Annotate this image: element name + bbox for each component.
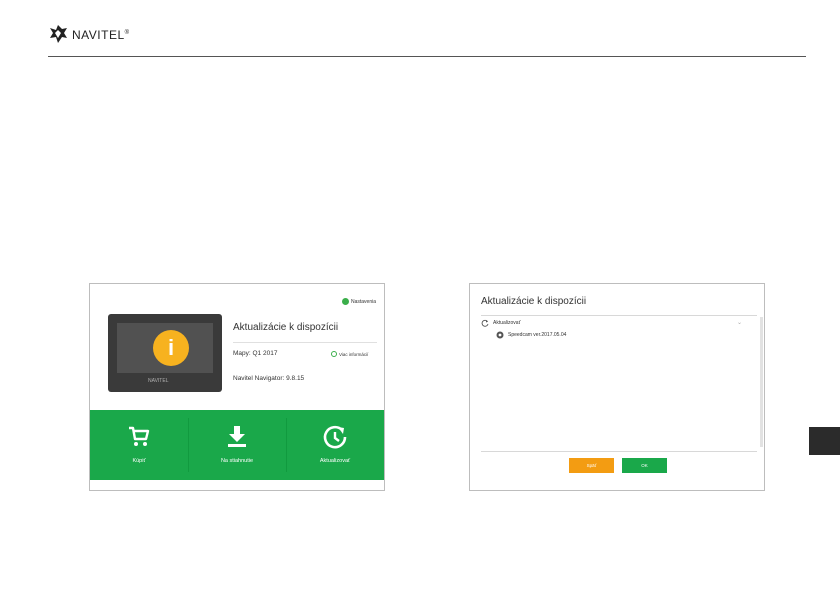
maps-version: Mapy: Q1 2017 bbox=[233, 350, 278, 357]
brand-name: NAVITEL® bbox=[72, 28, 130, 42]
info-icon: i bbox=[153, 330, 189, 366]
footer-divider bbox=[481, 451, 757, 452]
buy-label: Kúpiť bbox=[132, 458, 146, 464]
update-group-label: Aktualizovať bbox=[493, 320, 521, 326]
speedcam-icon bbox=[496, 331, 504, 339]
update-overview-screen: Nastavenia i NAVITEL Aktualizácie k disp… bbox=[89, 283, 385, 491]
download-icon bbox=[228, 426, 246, 447]
cart-icon bbox=[129, 426, 150, 446]
page-title: Aktualizácie k dispozícii bbox=[233, 322, 339, 333]
info-small-icon bbox=[331, 351, 337, 357]
update-item-row[interactable]: Speedcam ver.2017.05.04 bbox=[496, 331, 566, 339]
update-item-label: Speedcam ver.2017.05.04 bbox=[508, 332, 567, 338]
navigator-version: Navitel Navigator: 9.8.15 bbox=[233, 375, 305, 382]
update-list-screen: Aktualizácie k dispozícii Aktualizovať ⌄… bbox=[469, 283, 765, 491]
update-label: Aktualizovať bbox=[319, 458, 351, 464]
downloads-button[interactable]: Na stiahnutie bbox=[188, 410, 286, 480]
page-title: Aktualizácie k dispozícii bbox=[481, 296, 587, 307]
navitel-logo-icon bbox=[48, 24, 68, 44]
device-logo: NAVITEL bbox=[148, 378, 169, 384]
settings-link[interactable]: Nastavenia bbox=[341, 298, 376, 305]
update-icon bbox=[323, 425, 347, 449]
ok-button[interactable]: OK bbox=[622, 458, 667, 473]
refresh-icon bbox=[481, 319, 489, 327]
chevron-down-icon[interactable]: ⌄ bbox=[737, 319, 742, 326]
scrollbar[interactable] bbox=[760, 317, 763, 447]
settings-label: Nastavenia bbox=[350, 298, 376, 305]
gear-icon bbox=[341, 298, 349, 305]
buy-button[interactable]: Kúpiť bbox=[90, 410, 188, 480]
more-info-label: Viac informácií bbox=[339, 351, 369, 357]
title-divider bbox=[481, 315, 757, 316]
action-bar: Kúpiť Na stiahnutie Aktualizovať bbox=[90, 410, 384, 480]
device-image: i NAVITEL bbox=[108, 314, 222, 392]
device-screen: i bbox=[117, 323, 213, 373]
back-button[interactable]: Späť bbox=[569, 458, 614, 473]
title-divider bbox=[233, 342, 377, 343]
update-button[interactable]: Aktualizovať bbox=[286, 410, 384, 480]
more-info-link[interactable]: Viac informácií bbox=[331, 351, 368, 357]
downloads-label: Na stiahnutie bbox=[220, 458, 254, 464]
language-tab bbox=[809, 427, 840, 455]
update-group-row[interactable]: Aktualizovať bbox=[481, 319, 520, 327]
header-divider bbox=[48, 56, 806, 57]
